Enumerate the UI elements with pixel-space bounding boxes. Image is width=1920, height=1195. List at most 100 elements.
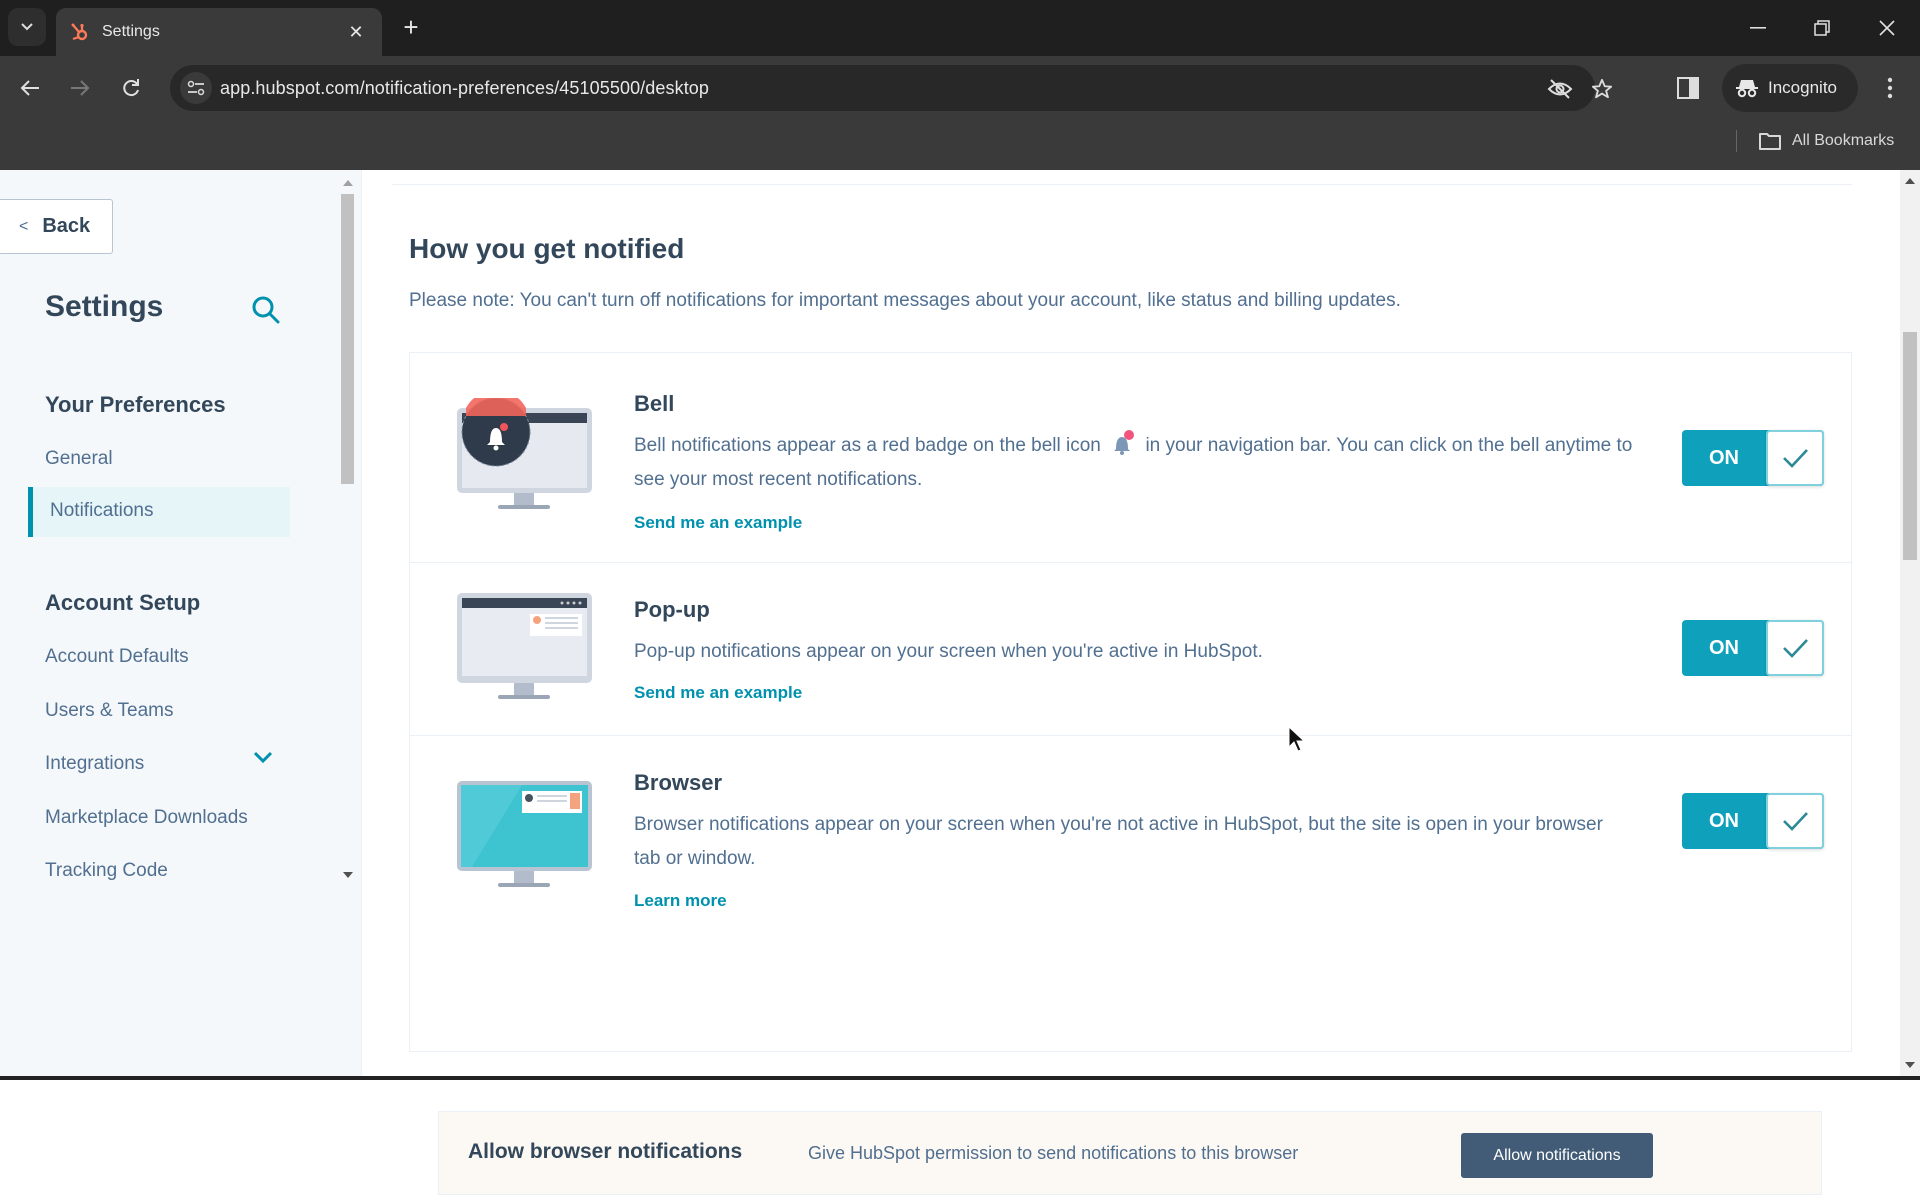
browser-toolbar: app.hubspot.com/notification-preferences… <box>0 56 1920 120</box>
back-nav-button[interactable] <box>12 70 48 106</box>
channel-title: Bell <box>634 391 675 416</box>
notice-text: Please note: You can't turn off notifica… <box>409 290 1401 311</box>
reload-icon <box>123 79 139 97</box>
chevron-down-icon[interactable] <box>252 750 274 764</box>
sidebar-title: Settings <box>45 290 164 323</box>
mouse-cursor-icon <box>1288 726 1306 752</box>
sidebar-scrollbar[interactable] <box>340 170 356 1080</box>
sidebar-item-integrations[interactable]: Integrations <box>45 753 144 775</box>
page-title: How you get notified <box>409 233 685 264</box>
channel-row-popup: Pop-up Pop-up notifications appear on yo… <box>410 563 1851 736</box>
side-panel-icon <box>1677 77 1699 99</box>
restore-icon <box>1814 20 1830 36</box>
toggle-on-label: ON <box>1709 446 1739 469</box>
profile-label: Incognito <box>1768 78 1837 97</box>
browser-tab-settings[interactable]: Settings ✕ <box>56 8 382 56</box>
allow-browser-notifications-banner: Allow browser notifications Give HubSpot… <box>438 1111 1822 1195</box>
page-content: < Back Settings Your Preferences General… <box>0 170 1920 1195</box>
close-tab-icon[interactable]: ✕ <box>344 22 368 43</box>
hubspot-logo-icon <box>71 23 88 41</box>
all-bookmarks-button[interactable]: All Bookmarks <box>1758 126 1894 156</box>
browser-toggle[interactable]: ON <box>1682 793 1824 849</box>
scroll-down-arrow-icon[interactable] <box>1905 1062 1915 1068</box>
banner-title: Allow browser notifications <box>468 1140 743 1163</box>
close-icon <box>1879 20 1895 36</box>
scroll-up-arrow-icon[interactable] <box>343 180 353 186</box>
toggle-knob[interactable] <box>1766 793 1824 849</box>
channel-description: Pop-up notifications appear on your scre… <box>634 641 1263 662</box>
description-part: Bell notifications appear as a red badge… <box>634 435 1101 456</box>
check-icon <box>1783 812 1808 831</box>
sidebar-item-tracking-code[interactable]: Tracking Code <box>45 860 168 882</box>
arrow-left-icon <box>20 80 39 96</box>
incognito-profile-button[interactable]: Incognito <box>1722 64 1858 112</box>
tab-search-button[interactable] <box>8 8 46 46</box>
tune-icon <box>187 80 205 96</box>
sidebar-section-your-preferences: Your Preferences <box>45 392 226 417</box>
bookmarks-bar: All Bookmarks <box>0 120 1920 170</box>
check-icon <box>1783 449 1808 468</box>
sidebar-item-users-teams[interactable]: Users & Teams <box>45 700 173 722</box>
sidebar-item-marketplace-downloads[interactable]: Marketplace Downloads <box>45 807 248 829</box>
browser-menu-button[interactable] <box>1874 70 1906 106</box>
toggle-knob[interactable] <box>1766 620 1824 676</box>
tracking-protection-button[interactable] <box>1546 75 1574 103</box>
site-info-button[interactable] <box>180 72 212 104</box>
banner-description: Give HubSpot permission to send notifica… <box>808 1143 1299 1163</box>
learn-more-link[interactable]: Learn more <box>634 891 727 911</box>
channel-title: Pop-up <box>634 597 710 622</box>
popup-monitor-illustration-icon <box>457 593 592 699</box>
sidebar-item-notifications[interactable]: Notifications <box>28 487 290 537</box>
send-example-link[interactable]: Send me an example <box>634 683 802 703</box>
more-vertical-icon <box>1887 77 1893 99</box>
main-content: How you get notified Please note: You ca… <box>362 170 1900 1195</box>
section-divider <box>392 184 1852 185</box>
send-example-link[interactable]: Send me an example <box>634 513 802 533</box>
toggle-knob[interactable] <box>1766 430 1824 486</box>
address-bar[interactable]: app.hubspot.com/notification-preferences… <box>170 65 1613 111</box>
sidebar-item-account-defaults[interactable]: Account Defaults <box>45 646 189 668</box>
bookmark-star-button[interactable] <box>1588 75 1616 103</box>
arrow-right-icon <box>71 80 90 96</box>
back-label: Back <box>42 215 91 237</box>
channel-row-browser: Browser Browser notifications appear on … <box>410 736 1851 941</box>
settings-sidebar: < Back Settings Your Preferences General… <box>0 170 362 1080</box>
restore-button[interactable] <box>1799 10 1845 46</box>
back-button[interactable]: < Back <box>0 199 113 254</box>
search-icon <box>252 296 280 324</box>
scroll-down-arrow-icon[interactable] <box>343 872 353 878</box>
bookmarks-divider <box>1736 130 1737 152</box>
browser-tab-bar: Settings ✕ + <box>0 0 1920 56</box>
minimize-icon <box>1750 27 1766 29</box>
close-window-button[interactable] <box>1864 10 1910 46</box>
main-scrollbar[interactable] <box>1900 170 1920 1080</box>
minimize-button[interactable] <box>1735 10 1781 46</box>
sidebar-item-general[interactable]: General <box>45 448 113 470</box>
incognito-icon <box>1736 80 1758 98</box>
settings-search-button[interactable] <box>250 294 282 326</box>
chevron-left-icon: < <box>19 217 29 235</box>
main-scroll-thumb[interactable] <box>1903 332 1917 560</box>
tab-title: Settings <box>102 23 160 40</box>
reload-button[interactable] <box>113 70 149 106</box>
chevron-down-icon <box>21 23 33 31</box>
all-bookmarks-label: All Bookmarks <box>1792 132 1895 149</box>
channel-description: Bell notifications appear as a red badge… <box>634 429 1634 497</box>
channel-row-bell: Bell Bell notifications appear as a red … <box>410 353 1851 563</box>
channel-title: Browser <box>634 770 723 795</box>
channel-description: Browser notifications appear on your scr… <box>634 814 1603 869</box>
bell-badge-icon <box>1114 430 1135 455</box>
popup-toggle[interactable]: ON <box>1682 620 1824 676</box>
bell-toggle[interactable]: ON <box>1682 430 1824 486</box>
sidebar-scroll-thumb[interactable] <box>341 194 354 484</box>
browser-monitor-illustration-icon <box>457 781 592 887</box>
notification-channels-card: Bell Bell notifications appear as a red … <box>409 352 1852 1195</box>
side-panel-button[interactable] <box>1673 72 1703 104</box>
forward-nav-button[interactable] <box>62 70 98 106</box>
eye-off-icon <box>1547 79 1573 99</box>
allow-notifications-button[interactable]: Allow notifications <box>1461 1133 1653 1178</box>
new-tab-button[interactable]: + <box>396 12 426 42</box>
scroll-up-arrow-icon[interactable] <box>1905 178 1915 184</box>
bell-monitor-illustration-icon <box>457 398 592 509</box>
url-text[interactable]: app.hubspot.com/notification-preferences… <box>220 78 709 99</box>
